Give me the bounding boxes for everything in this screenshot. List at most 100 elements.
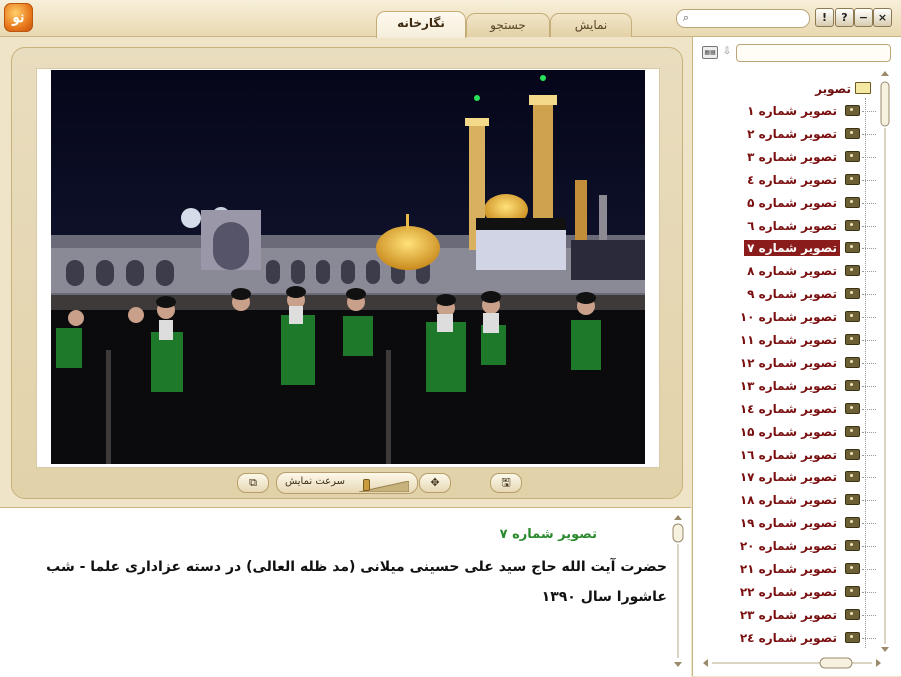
keyboard-icon[interactable]: ▦▦ bbox=[702, 46, 718, 59]
move-icon: ✥ bbox=[430, 476, 440, 489]
tree-item[interactable]: تصویر شماره ۱٦ bbox=[737, 446, 876, 464]
tree-item[interactable]: تصویر شماره ۲۲ bbox=[737, 583, 876, 601]
camera-icon bbox=[845, 356, 860, 368]
tree-root-label: تصویر bbox=[815, 82, 851, 96]
camera-icon bbox=[845, 540, 860, 552]
tree-item-label: تصویر شماره ۲۳ bbox=[739, 607, 837, 622]
camera-icon bbox=[845, 265, 860, 277]
tree-root[interactable]: تصویر bbox=[815, 80, 871, 98]
tree-item[interactable]: تصویر شماره ۱ bbox=[744, 102, 876, 120]
image-tree: تصویر تصویر شماره ۱ تصویر شماره ۲ تصویر شم… bbox=[700, 78, 876, 648]
gallery-view-button[interactable]: ⧉ bbox=[237, 473, 269, 493]
tree-branch-line bbox=[862, 271, 876, 273]
tree-filter-input[interactable] bbox=[736, 44, 891, 62]
tree-item-label: تصویر شماره ۲٤ bbox=[739, 630, 837, 645]
tree-branch-line bbox=[862, 614, 876, 616]
camera-icon bbox=[845, 150, 860, 162]
tree-item-label: تصویر شماره ۲۰ bbox=[739, 539, 837, 554]
tree-item-label: تصویر شماره ۱۰ bbox=[739, 310, 837, 325]
arrow-down-icon[interactable]: ⇩ bbox=[721, 44, 733, 59]
tree-item[interactable]: تصویر شماره ٤ bbox=[744, 171, 876, 189]
tree-branch-line bbox=[862, 202, 876, 204]
tree-branch-line bbox=[862, 294, 876, 296]
caption-text: حضرت آیت الله حاج سید علی حسینی میلانی (… bbox=[46, 559, 667, 605]
camera-icon bbox=[845, 631, 860, 643]
caption-scrollbar[interactable] bbox=[671, 512, 685, 670]
minimize-button[interactable]: − bbox=[854, 8, 873, 27]
tree-item[interactable]: تصویر شماره ۱۱ bbox=[737, 331, 876, 349]
tree-item-label: تصویر شماره ۲ bbox=[747, 126, 837, 141]
tree-item[interactable]: تصویر شماره ۲٤ bbox=[737, 629, 876, 647]
tree-item[interactable]: تصویر شماره ۱۳ bbox=[737, 377, 876, 395]
tree-item[interactable]: تصویر شماره ۷ bbox=[744, 239, 876, 257]
camera-icon bbox=[845, 311, 860, 323]
tree-vscroll-graphic bbox=[880, 71, 890, 652]
caption-panel: تصویر شماره ۷ حضرت آیت الله حاج سید علی … bbox=[0, 507, 691, 677]
gallery-photo bbox=[51, 70, 645, 464]
tree-item[interactable]: تصویر شماره ۸ bbox=[744, 262, 876, 280]
camera-icon bbox=[845, 334, 860, 345]
camera-icon bbox=[845, 448, 860, 460]
tree-branch-line bbox=[862, 156, 876, 158]
fullscreen-button[interactable]: ✥ bbox=[419, 473, 451, 493]
tab-display[interactable]: نمایش bbox=[550, 13, 632, 37]
help-button[interactable]: ? bbox=[835, 8, 854, 27]
tree-item-label: تصویر شماره ۱٤ bbox=[739, 401, 837, 416]
tree-item[interactable]: تصویر شماره ۱۰ bbox=[737, 308, 876, 326]
tree-branch-line bbox=[862, 179, 876, 181]
tree-item[interactable]: تصویر شماره ۲۰ bbox=[737, 537, 876, 555]
tree-hscroll-graphic bbox=[703, 657, 881, 669]
search-icon[interactable]: ⌕ bbox=[679, 10, 693, 25]
viewer-controls: ⧉ سرعت نمایش ✥ 🖫 bbox=[11, 468, 681, 498]
camera-icon bbox=[845, 379, 860, 391]
search-input[interactable] bbox=[695, 11, 803, 25]
tree-item[interactable]: تصویر شماره ۲۳ bbox=[737, 606, 876, 624]
tree-item-label: تصویر شماره ۸ bbox=[747, 264, 837, 279]
tree-item[interactable]: تصویر شماره ۱۵ bbox=[737, 423, 876, 441]
tree-item[interactable]: تصویر شماره ۵ bbox=[744, 194, 876, 212]
camera-icon bbox=[845, 585, 860, 597]
close-button[interactable]: × bbox=[873, 8, 892, 27]
save-button[interactable]: 🖫 bbox=[490, 473, 522, 493]
tree-branch-line bbox=[862, 477, 876, 479]
camera-icon bbox=[845, 288, 860, 300]
slideshow-speed-control[interactable]: سرعت نمایش bbox=[276, 472, 418, 494]
tab-search[interactable]: جستجو bbox=[466, 13, 550, 37]
tree-item-label: تصویر شماره ٦ bbox=[747, 218, 837, 233]
tree-branch-line bbox=[862, 454, 876, 456]
tree-item[interactable]: تصویر شماره ۱٤ bbox=[737, 400, 876, 418]
tree-item[interactable]: تصویر شماره ۳ bbox=[744, 148, 876, 166]
tree-item[interactable]: تصویر شماره ۱۲ bbox=[737, 354, 876, 372]
speed-slider-handle[interactable] bbox=[363, 479, 371, 491]
tree-item[interactable]: تصویر شماره ۹ bbox=[744, 285, 876, 303]
tree-branch-line bbox=[862, 111, 876, 112]
camera-icon bbox=[845, 425, 860, 437]
tree-item-label: تصویر شماره ۹ bbox=[747, 287, 837, 302]
tree-branch-line bbox=[862, 248, 876, 250]
tab-gallery[interactable]: نگارخانه bbox=[376, 11, 466, 38]
title-bar: نو نمایش جستجو نگارخانه ⌕ ! ? − × bbox=[0, 0, 901, 38]
camera-icon bbox=[845, 196, 860, 208]
tree-vertical-scrollbar[interactable] bbox=[880, 68, 890, 654]
tree-item-label: تصویر شماره ۲۲ bbox=[739, 584, 837, 599]
speed-slider-track[interactable] bbox=[358, 477, 410, 493]
alert-button[interactable]: ! bbox=[815, 8, 834, 27]
tree-item-label: تصویر شماره ۵ bbox=[747, 195, 837, 210]
tree-horizontal-scrollbar[interactable] bbox=[700, 654, 884, 669]
tree-item-label: تصویر شماره ۱٦ bbox=[739, 447, 837, 462]
speed-label: سرعت نمایش bbox=[285, 476, 346, 487]
tree-item-label: تصویر شماره ۳ bbox=[747, 149, 837, 164]
tree-item[interactable]: تصویر شماره ۲ bbox=[744, 125, 876, 143]
tree-item-label: تصویر شماره ۱۸ bbox=[739, 493, 837, 508]
caption-scrollbar-graphic bbox=[672, 515, 684, 667]
tree-item[interactable]: تصویر شماره ٦ bbox=[744, 217, 876, 235]
tree-item[interactable]: تصویر شماره ۱۷ bbox=[737, 468, 876, 486]
tree-item[interactable]: تصویر شماره ۱۸ bbox=[737, 491, 876, 509]
camera-icon bbox=[845, 471, 860, 483]
search-box: ⌕ bbox=[676, 9, 810, 28]
photo-image bbox=[51, 70, 645, 464]
save-icon: 🖫 bbox=[501, 476, 511, 489]
thumbnails-icon: ⧉ bbox=[249, 476, 257, 489]
tree-item[interactable]: تصویر شماره ۱۹ bbox=[737, 514, 876, 532]
tree-item[interactable]: تصویر شماره ۲۱ bbox=[737, 560, 876, 578]
